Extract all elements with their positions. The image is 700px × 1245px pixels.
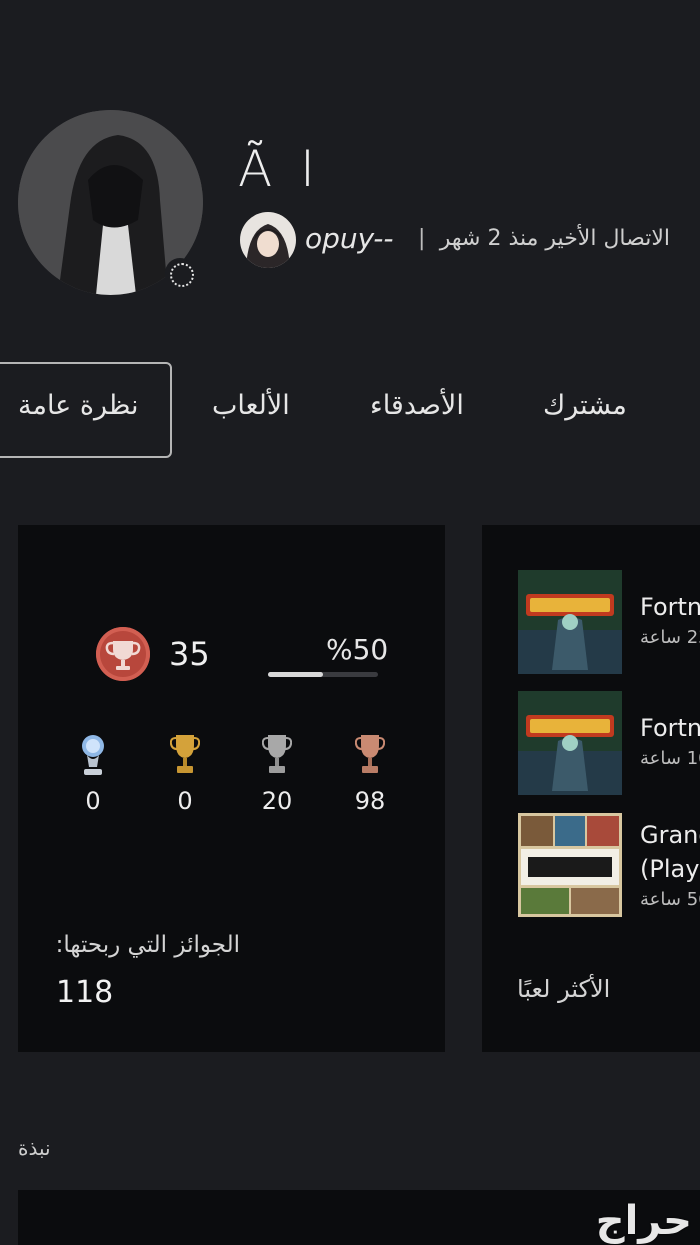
level-progress-label: %50 [326, 633, 389, 666]
level-progress-fill [268, 672, 323, 677]
game-subtitle: (PlayS [640, 855, 700, 883]
anime-avatar-icon [240, 212, 296, 268]
online-id: opuy-- [305, 222, 394, 255]
platinum-trophy-icon [82, 735, 104, 775]
online-id-avatar [240, 212, 296, 268]
game-title: Fortni [640, 593, 700, 621]
most-played-label: الأكثر لعبًا [517, 975, 611, 1003]
bronze-count: 98 [354, 787, 386, 815]
last-seen-text: الاتصال الأخير منذ 2 شهر [439, 226, 670, 251]
game-hours: 10 ساعة [640, 748, 700, 769]
gta-v-cover-icon[interactable] [518, 813, 622, 917]
bronze-trophy-icon [355, 735, 385, 773]
earned-trophies-label: الجوائز التي ربحتها: [55, 932, 240, 958]
silver-count: 20 [261, 787, 293, 815]
gold-count: 0 [177, 787, 193, 815]
level-progress-bar [268, 672, 378, 677]
separator: | [418, 226, 426, 251]
trophy-level: 35 [169, 635, 210, 673]
fortnite-cover-icon[interactable] [518, 691, 622, 795]
watermark-logo: حراج [595, 1198, 692, 1244]
silver-trophy-icon [262, 735, 292, 773]
tab-overview[interactable]: نظرة عامة [18, 390, 139, 421]
game-hours: 23 ساعة [640, 627, 700, 648]
online-status-icon [165, 258, 195, 288]
bio-label: نبذة [18, 1136, 51, 1160]
gold-trophy-icon [170, 735, 200, 773]
trophy-level-icon [96, 627, 150, 681]
game-title: Fortni [640, 714, 700, 742]
game-hours: 56 ساعة [640, 889, 700, 910]
game-title: Grand [640, 821, 700, 849]
tab-friends[interactable]: الأصدقاء [370, 390, 464, 421]
most-played-card[interactable]: Fortni 23 ساعة Fortni 10 ساعة [482, 525, 700, 1052]
fortnite-cover-icon[interactable] [518, 570, 622, 674]
earned-trophies-total: 118 [56, 975, 114, 1010]
platinum-count: 0 [85, 787, 101, 815]
tab-games[interactable]: الألعاب [212, 390, 290, 421]
username: Ã I [238, 140, 321, 198]
profile-page: Ã I opuy-- | الاتصال الأخير منذ 2 شهر نظ… [0, 0, 700, 1245]
trophy-card[interactable]: 35 %50 0 0 20 98 الجوائز التي ربحتها: 11… [18, 525, 445, 1052]
tab-shared[interactable]: مشترك [543, 390, 627, 421]
